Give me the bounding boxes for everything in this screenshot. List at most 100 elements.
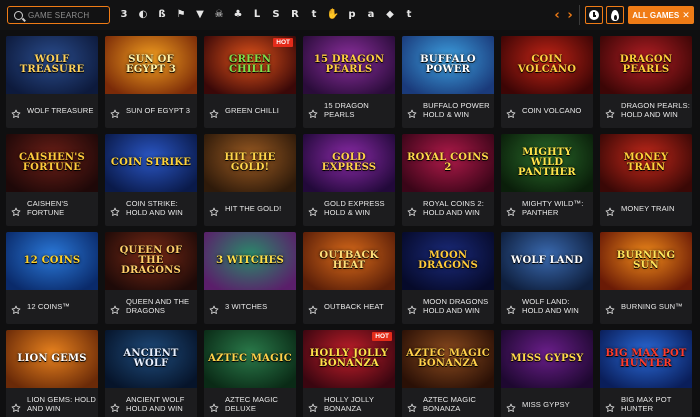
game-thumbnail[interactable]: BUFFALO POWER [402,36,494,94]
game-thumbnail[interactable]: COIN VOLCANO [501,36,593,94]
favorite-star-icon[interactable] [11,302,21,314]
game-card[interactable]: MISS GYPSY MISS GYPSY [501,330,593,417]
favorite-star-icon[interactable] [209,302,219,314]
favorite-star-icon[interactable] [308,400,318,412]
game-card[interactable]: OUTBACK HEAT OUTBACK HEAT [303,232,395,324]
game-card[interactable]: GOLD EXPRESS GOLD EXPRESS HOLD & WIN [303,134,395,226]
game-thumbnail[interactable]: HIT THE GOLD! [204,134,296,192]
game-card[interactable]: 15 DRAGON PEARLS 15 DRAGON PEARLS [303,36,395,128]
game-card[interactable]: HIT THE GOLD! HIT THE GOLD! [204,134,296,226]
favorite-star-icon[interactable] [209,106,219,118]
game-thumbnail[interactable]: ANCIENT WOLF [105,330,197,388]
game-card[interactable]: BIG MAX POT HUNTER BIG MAX POT HUNTER [600,330,692,417]
game-card[interactable]: 12 COINS 12 COINS™ [6,232,98,324]
game-card[interactable]: BURNING SUN BURNING SUN™ [600,232,692,324]
provider-flag-icon[interactable]: ⚑ [175,9,187,21]
game-thumbnail[interactable]: WOLF TREASURE [6,36,98,94]
game-card[interactable]: COIN VOLCANO COIN VOLCANO [501,36,593,128]
game-thumbnail[interactable]: CAISHEN'S FORTUNE [6,134,98,192]
provider-bracket-icon[interactable]: ᒪ [251,9,263,21]
game-card[interactable]: MONEY TRAIN MONEY TRAIN [600,134,692,226]
game-card[interactable]: 3 WITCHES 3 WITCHES [204,232,296,324]
favorite-star-icon[interactable] [11,204,21,216]
favorite-star-icon[interactable] [605,400,615,412]
game-thumbnail[interactable]: DRAGON PEARLS [600,36,692,94]
favorite-star-icon[interactable] [308,302,318,314]
all-games-filter-button[interactable]: ALL GAMES ✕ [628,6,694,24]
game-thumbnail[interactable]: 15 DRAGON PEARLS [303,36,395,94]
provider-circle-icon[interactable]: ◐ [137,9,149,21]
favorite-star-icon[interactable] [506,400,516,412]
provider-t-icon[interactable]: t [308,9,320,21]
game-card[interactable]: AZTEC MAGIC BONANZA AZTEC MAGIC BONANZA [402,330,494,417]
game-card[interactable]: HOLLY JOLLY BONANZA HOT HOLLY JOLLY BONANZ… [303,330,395,417]
favorite-star-icon[interactable] [407,302,417,314]
game-card[interactable]: MOON DRAGONS MOON DRAGONS HOLD AND WIN [402,232,494,324]
game-card[interactable]: LION GEMS LION GEMS: HOLD AND WIN [6,330,98,417]
favorite-star-icon[interactable] [605,302,615,314]
game-thumbnail[interactable]: MISS GYPSY [501,330,593,388]
game-card[interactable]: COIN STRIKE COIN STRIKE: HOLD AND WIN [105,134,197,226]
game-thumbnail[interactable]: ROYAL COINS 2 [402,134,494,192]
provider-tree-icon[interactable]: ♣ [232,9,244,21]
game-thumbnail[interactable]: 3 WITCHES [204,232,296,290]
provider-booming-icon[interactable]: ß [156,9,168,21]
provider-diamond-icon[interactable]: ◆ [384,9,396,21]
favorite-star-icon[interactable] [308,106,318,118]
provider-s-icon[interactable]: S [270,9,282,21]
favorite-star-icon[interactable] [110,302,120,314]
game-thumbnail[interactable]: BIG MAX POT HUNTER [600,330,692,388]
game-card[interactable]: QUEEN OF THE DRAGONS QUEEN AND THE DRAGON… [105,232,197,324]
favorite-star-icon[interactable] [605,106,615,118]
game-card[interactable]: CAISHEN'S FORTUNE CAISHEN'S FORTUNE [6,134,98,226]
game-thumbnail[interactable]: MOON DRAGONS [402,232,494,290]
favorite-star-icon[interactable] [605,204,615,216]
favorite-star-icon[interactable] [407,106,417,118]
game-thumbnail[interactable]: COIN STRIKE [105,134,197,192]
favorite-star-icon[interactable] [506,302,516,314]
game-card[interactable]: AZTEC MAGIC AZTEC MAGIC DELUXE [204,330,296,417]
search-input[interactable] [28,10,108,20]
favorite-star-icon[interactable] [209,400,219,412]
game-card[interactable]: WOLF TREASURE WOLF TREASURE [6,36,98,128]
game-card[interactable]: SUN OF EGYPT 3 SUN OF EGYPT 3 [105,36,197,128]
chevron-right-icon[interactable]: › [565,5,575,25]
favorite-star-icon[interactable] [11,400,21,412]
game-card[interactable]: DRAGON PEARLS DRAGON PEARLS: HOLD AND WIN [600,36,692,128]
favorite-star-icon[interactable] [506,204,516,216]
game-thumbnail[interactable]: QUEEN OF THE DRAGONS [105,232,197,290]
favorite-star-icon[interactable] [11,106,21,118]
game-thumbnail[interactable]: GOLD EXPRESS [303,134,395,192]
game-card[interactable]: BUFFALO POWER BUFFALO POWER HOLD & WIN [402,36,494,128]
favorite-star-icon[interactable] [506,106,516,118]
provider-skull-icon[interactable]: ☠ [213,9,225,21]
game-thumbnail[interactable]: WOLF LAND [501,232,593,290]
provider-hand-icon[interactable]: ✋ [327,9,339,21]
game-thumbnail[interactable]: MONEY TRAIN [600,134,692,192]
game-thumbnail[interactable]: LION GEMS [6,330,98,388]
game-thumbnail[interactable]: BURNING SUN [600,232,692,290]
favorite-star-icon[interactable] [407,204,417,216]
favorite-star-icon[interactable] [110,106,120,118]
close-icon[interactable]: ✕ [682,10,690,21]
provider-t2-icon[interactable]: t [403,9,415,21]
favorite-star-icon[interactable] [110,204,120,216]
favorite-star-icon[interactable] [110,400,120,412]
game-card[interactable]: MIGHTY WILD PANTHER MIGHTY WILD™: PANTHER [501,134,593,226]
game-card[interactable]: WOLF LAND WOLF LAND: HOLD AND WIN [501,232,593,324]
chevron-left-icon[interactable]: ‹ [552,5,562,25]
game-thumbnail[interactable]: OUTBACK HEAT [303,232,395,290]
provider-a-icon[interactable]: a [365,9,377,21]
provider-p-icon[interactable]: p [346,9,358,21]
recent-games-button[interactable] [585,6,603,24]
game-card[interactable]: ROYAL COINS 2 ROYAL COINS 2: HOLD AND WIN [402,134,494,226]
game-thumbnail[interactable]: 12 COINS [6,232,98,290]
provider-3oaks-icon[interactable]: 3 [118,9,130,21]
game-card[interactable]: ANCIENT WOLF ANCIENT WOLF HOLD AND WIN [105,330,197,417]
favorite-star-icon[interactable] [407,400,417,412]
provider-triangle-icon[interactable]: ▼ [194,9,206,21]
favorite-star-icon[interactable] [308,204,318,216]
game-thumbnail[interactable]: AZTEC MAGIC [204,330,296,388]
game-card[interactable]: GREEN CHILLI HOT GREEN CHILLI [204,36,296,128]
game-search[interactable] [7,6,110,24]
